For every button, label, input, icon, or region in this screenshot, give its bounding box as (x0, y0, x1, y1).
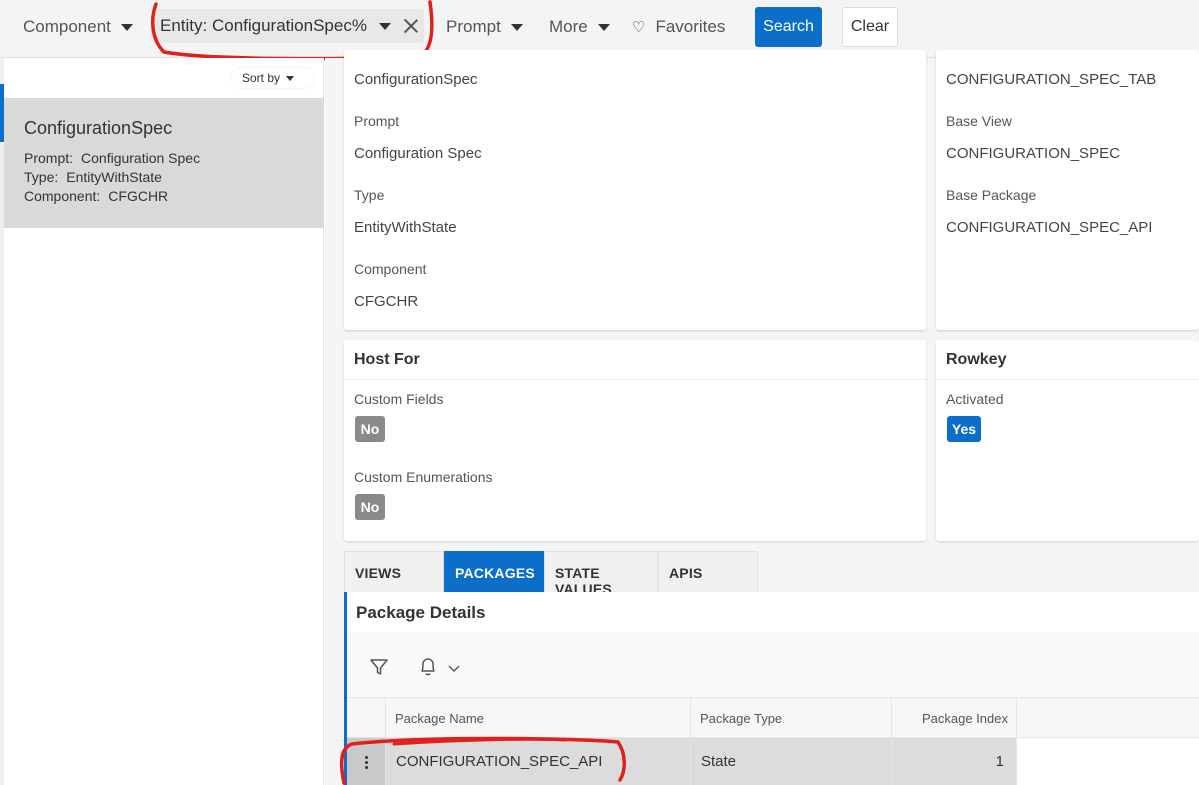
grid-header: Package Name Package Type Package Index (347, 697, 1199, 738)
chevron-down-icon[interactable] (448, 665, 460, 673)
more-filter[interactable]: More (549, 14, 610, 40)
package-details-title: Package Details (356, 603, 486, 622)
bell-icon[interactable] (418, 656, 438, 678)
activated-label: Activated (946, 391, 1004, 407)
caret-down-icon (510, 23, 523, 31)
custom-enumerations-label: Custom Enumerations (354, 469, 493, 485)
row-menu-column (347, 698, 386, 738)
entity-filter-label: Entity: ConfigurationSpec% (160, 16, 367, 35)
prompt-filter-label: Prompt (446, 17, 501, 36)
tab-state-values[interactable]: STATE VALUES (544, 551, 658, 597)
clear-button[interactable]: Clear (842, 7, 898, 47)
search-button[interactable]: Search (755, 7, 822, 47)
heart-icon: ♡ (632, 19, 646, 36)
filter-icon[interactable] (369, 657, 389, 677)
custom-fields-label: Custom Fields (354, 391, 444, 407)
column-package-index[interactable]: Package Index (892, 698, 1017, 738)
package-details-panel: Package Details Package Name Package Typ… (344, 592, 1199, 785)
rowkey-title: Rowkey (936, 340, 1199, 380)
entity-filter[interactable]: Entity: ConfigurationSpec% (152, 9, 424, 43)
more-filter-label: More (549, 17, 588, 36)
row-menu-button[interactable] (347, 738, 386, 785)
base-view-value: CONFIGURATION_SPEC (946, 145, 1120, 162)
custom-fields-badge: No (355, 416, 385, 442)
component-label: Component (354, 261, 427, 277)
component-value: CFGCHR (108, 188, 169, 204)
favorites-label: Favorites (655, 17, 726, 36)
list-item-prompt: Prompt: Configuration Spec (24, 149, 324, 168)
host-for-title: Host For (344, 340, 926, 380)
list-item-type: Type: EntityWithState (24, 168, 324, 187)
prompt-key: Prompt: (24, 150, 74, 166)
rowkey-card: Rowkey Activated Yes (936, 340, 1199, 541)
prompt-value: Configuration Spec (81, 150, 201, 166)
sort-by-label: Sort by (242, 71, 281, 85)
table-value: CONFIGURATION_SPEC_TAB (946, 71, 1157, 88)
column-package-name[interactable]: Package Name (386, 698, 691, 738)
prompt-filter[interactable]: Prompt (446, 14, 523, 40)
sort-by-dropdown[interactable]: Sort by (232, 68, 314, 88)
grid-toolbar (347, 632, 1199, 697)
cell-package-type: State (691, 738, 892, 785)
tab-packages[interactable]: PACKAGES (444, 551, 544, 592)
tab-apis[interactable]: APIS (658, 551, 758, 592)
entity-name-value: ConfigurationSpec (354, 71, 478, 88)
prompt-label: Prompt (354, 113, 400, 129)
list-item[interactable]: ConfigurationSpec Prompt: Configuration S… (4, 98, 324, 228)
column-package-type[interactable]: Package Type (691, 698, 892, 738)
database-card: CONFIGURATION_SPEC_TAB Base View CONFIGU… (936, 50, 1199, 330)
general-card: ConfigurationSpec Prompt Configuration S… (344, 50, 926, 330)
base-package-label: Base Package (946, 187, 1037, 203)
component-filter[interactable]: Component (23, 14, 133, 40)
custom-enumerations-badge: No (355, 494, 385, 520)
component-filter-label: Component (23, 17, 111, 36)
tab-views[interactable]: VIEWS (344, 551, 444, 592)
caret-down-icon (120, 23, 133, 31)
cell-package-name: CONFIGURATION_SPEC_API (386, 738, 691, 785)
component-value: CFGCHR (354, 293, 419, 310)
type-label: Type (354, 187, 385, 203)
type-key: Type: (24, 169, 59, 185)
type-value: EntityWithState (66, 169, 162, 185)
list-item-component: Component: CFGCHR (24, 187, 324, 206)
caret-down-icon (286, 75, 295, 81)
base-package-value: CONFIGURATION_SPEC_API (946, 219, 1153, 236)
type-value: EntityWithState (354, 219, 457, 236)
kebab-icon (365, 756, 368, 771)
table-row[interactable]: CONFIGURATION_SPEC_API State 1 (347, 738, 1199, 785)
prompt-value: Configuration Spec (354, 145, 482, 162)
caret-down-icon (597, 23, 610, 31)
close-icon[interactable] (403, 18, 419, 34)
base-view-label: Base View (946, 113, 1012, 129)
caret-down-icon[interactable] (378, 22, 391, 30)
activated-badge: Yes (947, 416, 981, 442)
host-for-card: Host For Custom Fields No Custom Enumera… (344, 340, 926, 541)
list-item-title: ConfigurationSpec (24, 118, 173, 138)
cell-package-index: 1 (892, 738, 1017, 785)
favorites-filter[interactable]: ♡ Favorites (632, 14, 725, 40)
component-key: Component: (24, 188, 101, 204)
